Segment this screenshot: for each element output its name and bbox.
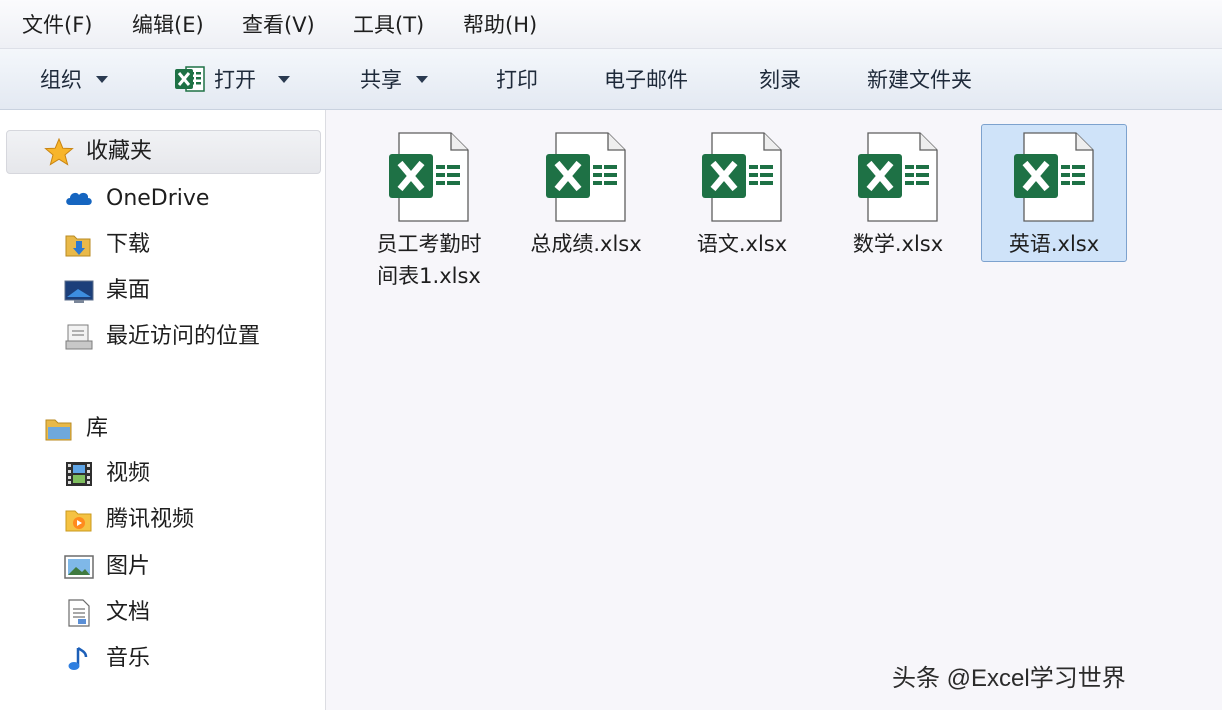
open-button[interactable]: 打开 bbox=[174, 65, 290, 95]
file-item[interactable]: 员工考勤时 间表1.xlsx bbox=[356, 132, 502, 292]
desktop-label: 桌面 bbox=[106, 278, 151, 303]
file-item[interactable]: 语文.xlsx bbox=[669, 132, 815, 260]
file-item[interactable]: 总成绩.xlsx bbox=[513, 132, 659, 260]
menu-file[interactable]: 文件(F) bbox=[22, 11, 92, 39]
file-name: 语文.xlsx bbox=[696, 232, 788, 256]
file-name: 员工考勤时 间表1.xlsx bbox=[356, 228, 502, 292]
pictures-label: 图片 bbox=[106, 554, 151, 579]
new-folder-button[interactable]: 新建文件夹 bbox=[867, 65, 972, 95]
favorites-label: 收藏夹 bbox=[86, 139, 153, 164]
open-label: 打开 bbox=[214, 68, 256, 92]
music-label: 音乐 bbox=[106, 646, 151, 671]
file-name-line: 间表1.xlsx bbox=[377, 264, 481, 288]
onedrive-icon bbox=[64, 185, 94, 213]
menu-view[interactable]: 查看(V) bbox=[242, 11, 315, 39]
burn-button[interactable]: 刻录 bbox=[759, 65, 801, 95]
excel-file-icon bbox=[858, 132, 938, 222]
recent-places-icon bbox=[64, 323, 94, 351]
downloads-label: 下载 bbox=[106, 232, 151, 257]
menu-edit[interactable]: 编辑(E) bbox=[132, 11, 204, 39]
file-item-selected[interactable]: 英语.xlsx bbox=[981, 124, 1127, 262]
file-name: 英语.xlsx bbox=[1008, 232, 1100, 256]
excel-file-icon bbox=[546, 132, 626, 222]
menu-help[interactable]: 帮助(H) bbox=[463, 11, 537, 39]
videos-label: 视频 bbox=[106, 461, 151, 486]
star-icon bbox=[44, 137, 74, 166]
music-library-icon bbox=[64, 645, 94, 673]
share-label: 共享 bbox=[360, 68, 402, 92]
pictures-library-icon bbox=[64, 553, 94, 581]
libraries-label: 库 bbox=[86, 416, 109, 441]
recent-places-label: 最近访问的位置 bbox=[106, 324, 261, 349]
tencent-video-icon bbox=[64, 506, 94, 534]
file-list-area: 员工考勤时 间表1.xlsx 总成绩.xlsx 语文.xlsx 数学.xlsx … bbox=[326, 110, 1222, 710]
excel-file-icon bbox=[389, 132, 469, 222]
organize-button[interactable]: 组织 bbox=[40, 65, 108, 95]
excel-file-icon bbox=[702, 132, 782, 222]
navigation-pane: 收藏夹 OneDrive 下载 桌面 最近访问的位置 库 视频 腾讯视频 图片 … bbox=[0, 110, 326, 710]
organize-label: 组织 bbox=[40, 68, 82, 92]
chevron-down-icon bbox=[96, 75, 108, 83]
file-name: 数学.xlsx bbox=[852, 232, 944, 256]
excel-icon bbox=[174, 64, 206, 94]
file-name-line: 员工考勤时 bbox=[376, 232, 482, 256]
command-bar: 组织 打开 共享 打印 电子邮件 刻录 新建文件夹 bbox=[0, 49, 1222, 110]
menu-bar: 文件(F) 编辑(E) 查看(V) 工具(T) 帮助(H) bbox=[0, 0, 1222, 49]
tencent-video-label: 腾讯视频 bbox=[106, 507, 195, 532]
documents-label: 文档 bbox=[106, 600, 151, 625]
file-item[interactable]: 数学.xlsx bbox=[825, 132, 971, 260]
chevron-down-icon[interactable] bbox=[278, 75, 290, 83]
email-button[interactable]: 电子邮件 bbox=[604, 65, 688, 95]
print-button[interactable]: 打印 bbox=[496, 65, 538, 95]
excel-file-icon bbox=[1014, 132, 1094, 222]
downloads-folder-icon bbox=[64, 231, 94, 259]
documents-library-icon bbox=[64, 599, 94, 627]
share-button[interactable]: 共享 bbox=[360, 65, 428, 95]
video-library-icon bbox=[64, 460, 94, 488]
onedrive-label: OneDrive bbox=[106, 186, 210, 211]
libraries-folder-icon bbox=[44, 415, 74, 443]
desktop-icon bbox=[64, 277, 94, 305]
chevron-down-icon bbox=[416, 75, 428, 83]
file-name: 总成绩.xlsx bbox=[530, 232, 642, 256]
menu-tools[interactable]: 工具(T) bbox=[353, 11, 424, 39]
watermark: 头条 @Excel学习世界 bbox=[892, 665, 1126, 692]
